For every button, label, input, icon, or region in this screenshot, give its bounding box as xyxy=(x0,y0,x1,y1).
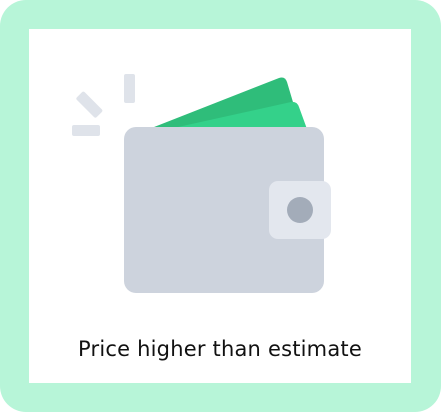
wallet-button xyxy=(287,197,313,223)
wallet-icon xyxy=(72,74,331,293)
card-content: Price higher than estimate xyxy=(29,29,411,383)
spark-lines xyxy=(72,74,135,136)
price-estimate-card: Price higher than estimate xyxy=(0,0,441,412)
caption-text: Price higher than estimate xyxy=(78,337,362,361)
